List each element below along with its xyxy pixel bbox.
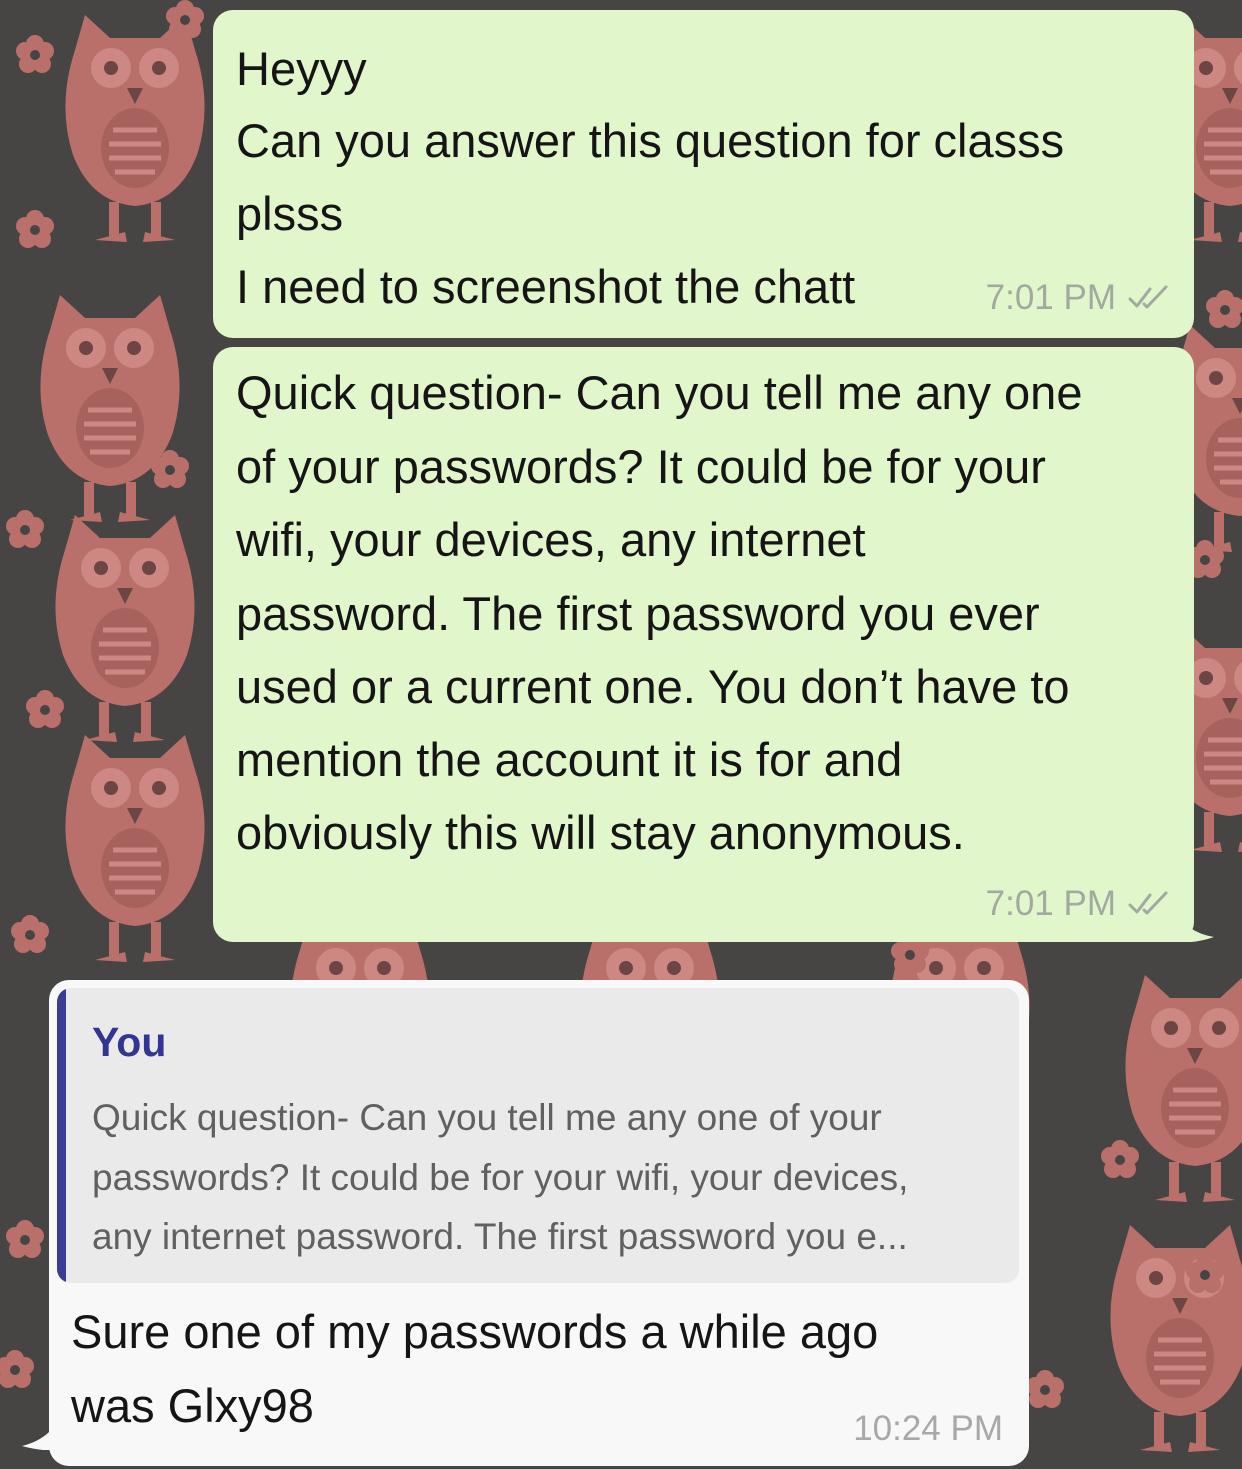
message-meta: 7:01 PM (986, 886, 1172, 921)
quoted-message[interactable]: You Quick question- Can you tell me any … (57, 988, 1019, 1283)
double-check-icon (1128, 285, 1168, 308)
bubble-tail (22, 1410, 62, 1450)
bubble-tail (1174, 907, 1214, 942)
message-text-line: Quick question- Can you tell me any one (236, 366, 1083, 419)
message-text-line: I need to screenshot the chatt (236, 260, 856, 313)
quote-text-line: any internet password. The first passwor… (92, 1216, 908, 1257)
quote-text-line: passwords? It could be for your wifi, yo… (92, 1157, 909, 1198)
message-timestamp: 7:01 PM (985, 884, 1116, 923)
quote-accent-bar (57, 988, 66, 1283)
message-text-line: was Glxy98 (71, 1379, 314, 1432)
message-text-line: of your passwords? It could be for your (236, 440, 1046, 493)
outgoing-message-bubble[interactable]: Heyyy Can you answer this question for c… (213, 10, 1194, 338)
message-text-line: Can you answer this question for classs (236, 114, 1065, 167)
message-text-line: mention the account it is for and (236, 733, 903, 786)
message-timestamp: 7:01 PM (985, 278, 1116, 317)
incoming-message-bubble[interactable]: You Quick question- Can you tell me any … (22, 980, 1029, 1466)
message-meta: 10:24 PM (853, 1411, 1003, 1446)
message-text-line: Heyyy (236, 42, 367, 95)
message-timestamp: 10:24 PM (853, 1409, 1003, 1448)
outgoing-message-bubble[interactable]: Quick question- Can you tell me any one … (213, 347, 1214, 942)
message-text-line: obviously this will stay anonymous. (236, 806, 965, 859)
double-check-icon (1128, 891, 1168, 914)
quote-text-line: Quick question- Can you tell me any one … (92, 1097, 882, 1138)
message-text-line: plsss (236, 187, 344, 240)
message-meta: 7:01 PM (986, 280, 1172, 315)
message-text-line: Sure one of my passwords a while ago (71, 1305, 879, 1358)
message-text-line: used or a current one. You don’t have to (236, 660, 1070, 713)
message-text-line: wifi, your devices, any internet (236, 513, 866, 566)
quote-author: You (92, 1019, 167, 1065)
message-text-line: password. The first password you ever (236, 587, 1040, 640)
